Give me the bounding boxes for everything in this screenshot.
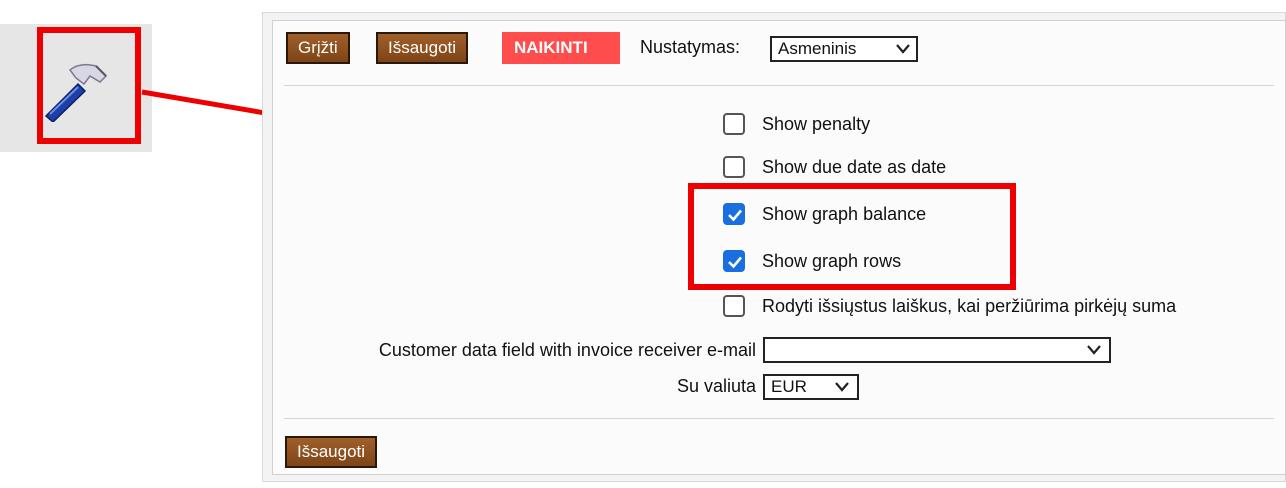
checkmark-icon	[728, 256, 742, 269]
option-label-show-sent-letters: Rodyti išsiųstus laiškus, kai peržiūrima…	[762, 296, 1177, 316]
setting-select-value: Asmeninis	[778, 39, 857, 58]
delete-button[interactable]: NAIKINTI	[502, 32, 620, 64]
chevron-down-icon	[1087, 345, 1101, 355]
chevron-down-icon	[896, 44, 910, 54]
chevron-down-icon	[835, 382, 849, 392]
checkbox-show-graph-balance[interactable]	[723, 203, 745, 225]
option-label-show-graph-balance: Show graph balance	[762, 204, 927, 224]
currency-label: Su valiuta	[676, 376, 756, 396]
email-field-label: Customer data field with invoice receive…	[378, 340, 756, 360]
highlight-box-tool	[37, 27, 141, 144]
currency-select[interactable]: EUR	[763, 374, 859, 400]
divider-bottom	[284, 418, 1274, 419]
option-label-show-penalty: Show penalty	[762, 114, 871, 134]
settings-panel-inner	[272, 20, 1286, 475]
checkbox-show-sent-letters[interactable]	[723, 295, 745, 317]
option-label-show-graph-rows: Show graph rows	[762, 251, 902, 271]
currency-select-value: EUR	[771, 377, 807, 396]
back-button[interactable]: Grįžti	[286, 32, 350, 64]
footer-save-button[interactable]: Išsaugoti	[285, 436, 378, 468]
option-label-show-due-date: Show due date as date	[762, 157, 947, 177]
save-button[interactable]: Išsaugoti	[376, 32, 469, 64]
checkmark-icon	[728, 209, 742, 222]
checkbox-show-penalty[interactable]	[723, 113, 745, 135]
checkbox-show-graph-rows[interactable]	[723, 250, 745, 272]
divider-top	[284, 85, 1274, 86]
checkbox-show-due-date[interactable]	[723, 156, 745, 178]
email-field-select[interactable]	[763, 337, 1111, 363]
setting-label: Nustatymas:	[640, 37, 741, 57]
setting-select[interactable]: Asmeninis	[770, 36, 918, 62]
